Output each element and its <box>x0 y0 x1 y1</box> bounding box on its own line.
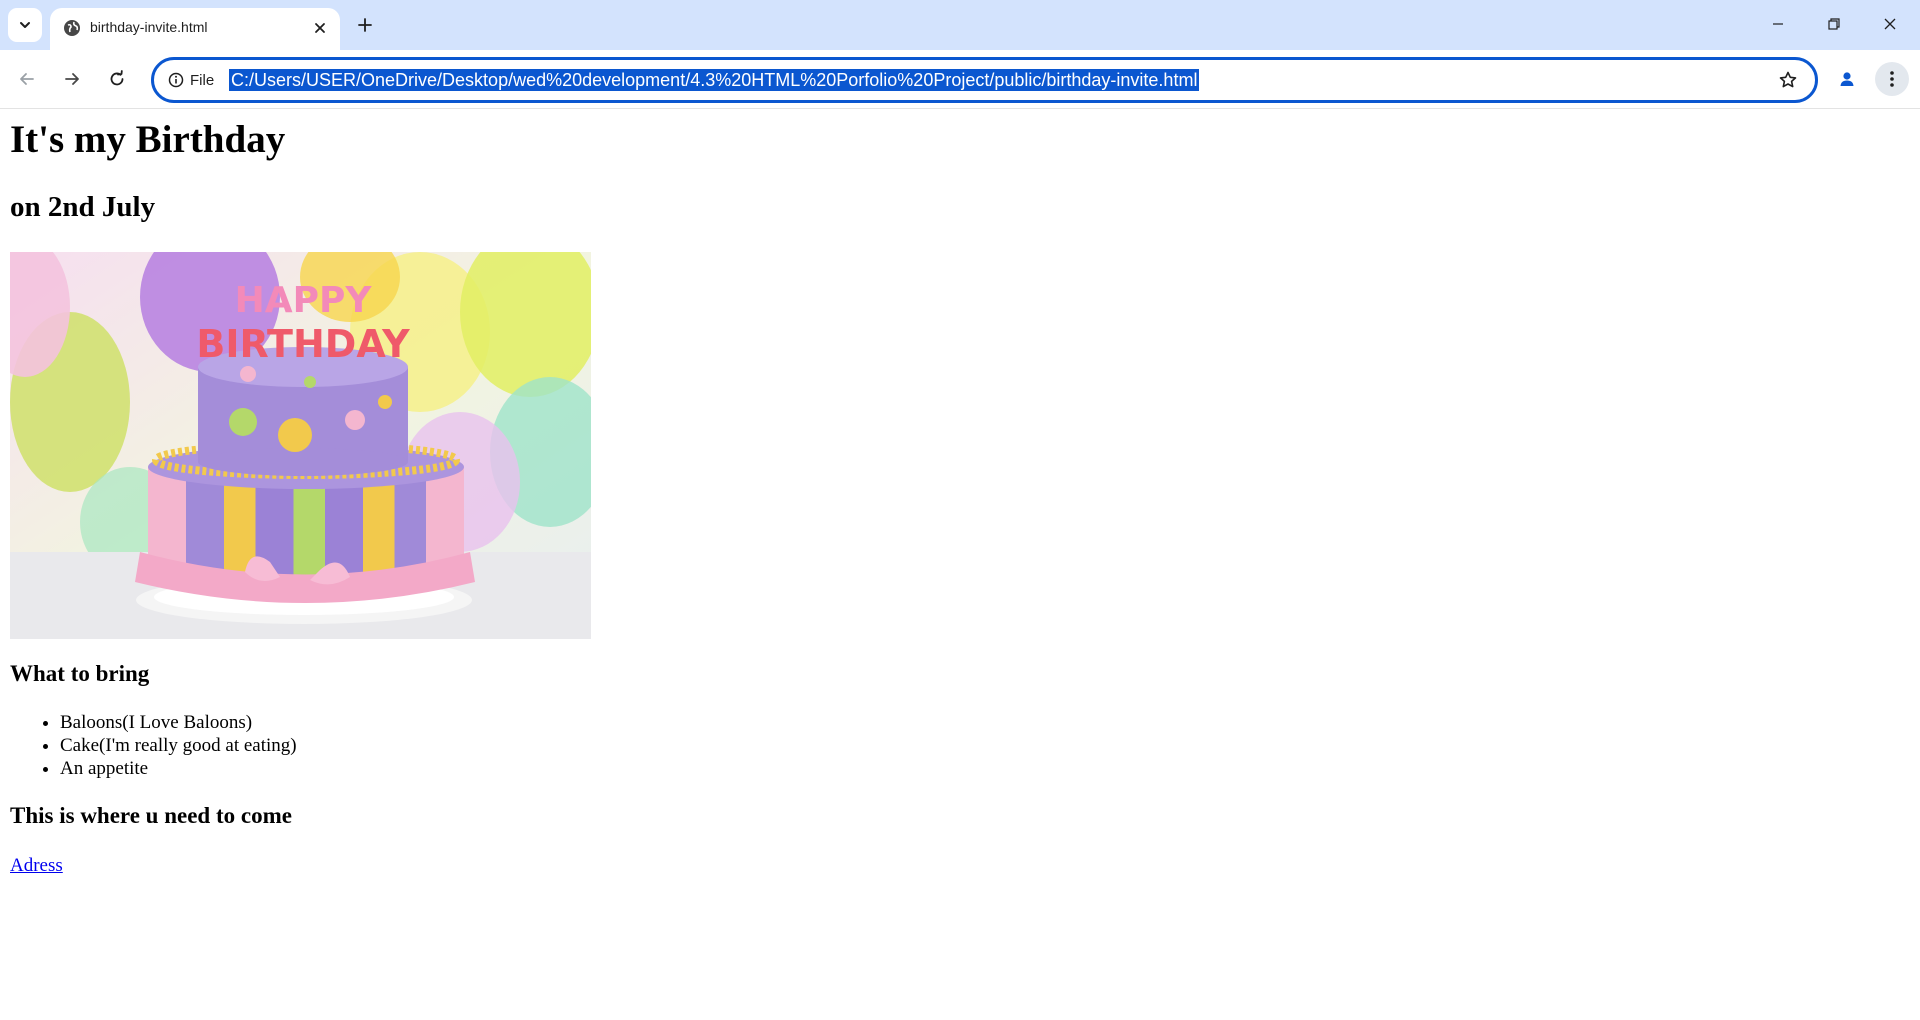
browser-toolbar: File C:/Users/USER/OneDrive/Desktop/wed%… <box>0 50 1920 109</box>
minimize-button[interactable] <box>1750 0 1806 48</box>
close-icon <box>315 23 325 33</box>
info-icon <box>168 72 184 88</box>
reload-button[interactable] <box>97 59 137 99</box>
forward-button[interactable] <box>52 59 92 99</box>
bookmark-button[interactable] <box>1773 65 1803 95</box>
profile-button[interactable] <box>1830 62 1864 96</box>
globe-icon <box>62 18 82 38</box>
close-icon <box>1884 18 1896 30</box>
address-bar[interactable]: File C:/Users/USER/OneDrive/Desktop/wed%… <box>151 57 1818 103</box>
birthday-cake-image: HAPPY BIRTHDAY <box>10 252 591 639</box>
cake-candles-text: HAPPY <box>235 280 373 321</box>
site-info-label: File <box>190 71 215 89</box>
new-tab-button[interactable] <box>348 8 382 42</box>
close-window-button[interactable] <box>1862 0 1918 48</box>
site-info-button[interactable]: File <box>162 65 220 95</box>
reload-icon <box>110 70 124 86</box>
chevron-down-icon <box>20 22 30 28</box>
arrow-left-icon <box>20 73 34 85</box>
tab-search-button[interactable] <box>8 8 42 42</box>
page-heading: It's my Birthday <box>10 118 286 161</box>
plus-icon <box>358 18 372 32</box>
minimize-icon <box>1773 23 1783 25</box>
star-icon <box>1779 71 1797 88</box>
date-heading: on 2nd July <box>10 191 156 223</box>
list-item: Baloons(I Love Baloons) <box>60 711 297 734</box>
address-link[interactable]: Adress <box>10 855 63 877</box>
url-text[interactable]: C:/Users/USER/OneDrive/Desktop/wed%20dev… <box>229 69 1200 91</box>
list-item: Cake(I'm really good at eating) <box>60 734 297 757</box>
more-vertical-icon <box>1890 71 1894 87</box>
svg-text:BIRTHDAY: BIRTHDAY <box>196 322 410 366</box>
restore-icon <box>1828 18 1840 30</box>
person-icon <box>1840 72 1854 86</box>
location-heading: This is where u need to come <box>10 803 292 828</box>
close-tab-button[interactable] <box>306 14 334 42</box>
page-content: It's my Birthday on 2nd July HAPPY BIRTH… <box>0 109 1920 1020</box>
list-item: An appetite <box>60 757 297 780</box>
restore-button[interactable] <box>1806 0 1862 48</box>
what-to-bring-heading: What to bring <box>10 661 150 686</box>
active-tab[interactable]: birthday-invite.html <box>50 8 340 50</box>
tab-title: birthday-invite.html <box>90 19 208 35</box>
browser-menu-button[interactable] <box>1875 62 1909 96</box>
tab-strip: birthday-invite.html <box>0 0 1920 50</box>
arrow-right-icon <box>65 73 79 85</box>
back-button[interactable] <box>7 59 47 99</box>
bring-list: Baloons(I Love Baloons) Cake(I'm really … <box>10 711 297 780</box>
